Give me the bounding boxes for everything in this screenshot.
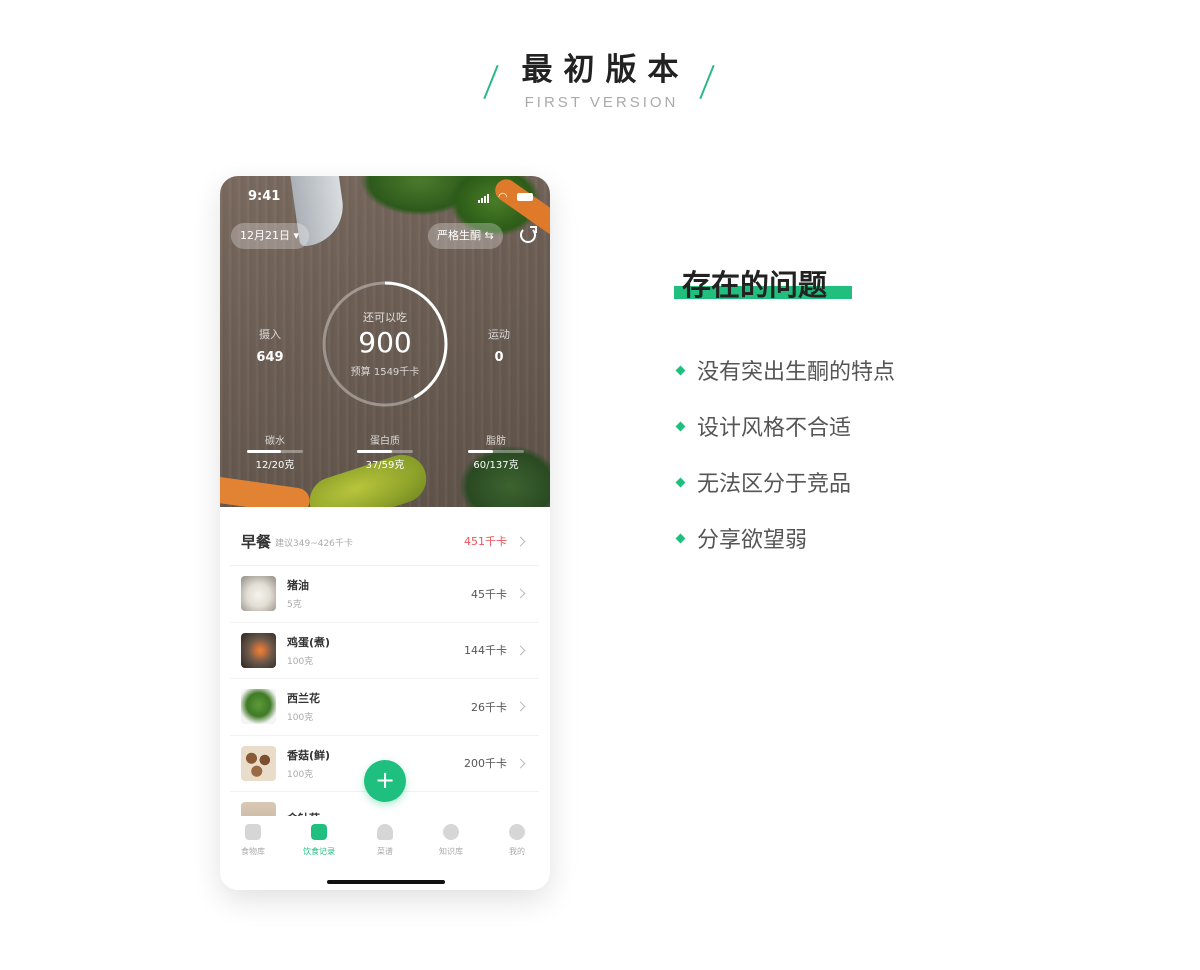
chef-hat-icon [377,824,393,840]
signal-icon [478,194,489,203]
lard-thumbnail [241,576,276,612]
egg-thumbnail [241,632,276,668]
food-kcal: 144千卡 [464,644,507,658]
exercise-stat: 运动 0 [469,326,529,365]
issue-item: 没有突出生酮的特点 [674,354,895,386]
page: 最初版本 FIRST VERSION 9:41 ◠ 12月21日 ▾ 严格生酮 … [0,0,1200,970]
fat-progress-fill [468,450,493,453]
issue-item: 无法区分于竞品 [674,466,851,498]
tab-label: 饮食记录 [303,847,335,856]
protein-label: 蛋白质 [370,436,400,447]
issue-text: 无法区分于竞品 [697,472,852,497]
intake-label: 摄入 [259,328,281,341]
food-amount: 100克 [287,713,314,724]
refresh-icon[interactable] [520,226,537,243]
tab-knowledge[interactable]: 知识库 [418,816,484,890]
tab-bar: 食物库 饮食记录 菜谱 知识库 我的 [220,816,550,890]
ring-value: 900 [358,326,412,359]
tab-profile[interactable]: 我的 [484,816,550,890]
profile-icon [509,824,525,840]
issue-text: 设计风格不合适 [697,416,852,441]
record-book-icon [311,824,327,840]
phone-mockup: 9:41 ◠ 12月21日 ▾ 严格生酮 ⇆ 摄入 649 还可以吃 900 预… [220,176,550,890]
hero-panel: 9:41 ◠ 12月21日 ▾ 严格生酮 ⇆ 摄入 649 还可以吃 900 预… [220,176,550,507]
protein-value: 37/59克 [365,460,405,471]
food-kcal: 45千卡 [471,587,507,601]
issue-item: 设计风格不合适 [674,410,851,442]
ring-label: 还可以吃 [363,311,407,324]
chevron-right-icon [515,701,526,712]
issue-text: 没有突出生酮的特点 [697,360,896,385]
food-name: 香菇(鲜) [287,748,331,762]
chevron-right-icon [515,645,526,656]
issue-text: 分享欲望弱 [697,528,808,553]
home-indicator [327,880,445,884]
protein-progress-fill [357,450,393,453]
fork-knife-icon [245,824,261,840]
issues-title: 存在的问题 [682,268,828,302]
carb-macro: 碳水 12/20克 [245,432,305,471]
carrot-image [220,474,312,507]
carb-progress-bar [247,450,303,453]
status-time: 9:41 [248,189,281,204]
page-title: 最初版本 [521,52,690,88]
tab-label: 菜谱 [377,847,393,856]
tab-recipes[interactable]: 菜谱 [352,816,418,890]
bullet-icon [675,533,686,543]
exercise-label: 运动 [488,328,510,341]
meal-header[interactable]: 早餐 建议349~426千卡 451千卡 [230,517,539,566]
intake-value: 649 [256,350,284,365]
wifi-icon: ◠ [498,190,508,203]
fat-progress-bar [468,450,524,453]
fat-macro: 脂肪 60/137克 [466,432,526,471]
food-name: 鸡蛋(煮) [287,635,331,649]
carb-value: 12/20克 [255,460,295,471]
meal-kcal: 451千卡 [464,535,507,548]
food-row[interactable]: 猪油 5克 45千卡 [230,566,539,623]
tab-diet-record[interactable]: 饮食记录 [286,816,352,890]
mushroom-thumbnail [241,745,276,781]
question-icon [443,824,459,840]
chevron-right-icon [515,536,526,546]
intake-stat: 摄入 649 [240,326,300,365]
tab-label: 食物库 [241,847,265,856]
bullet-icon [675,421,686,431]
ring-budget: 预算 1549千卡 [350,367,420,378]
bullet-icon [675,365,686,375]
food-amount: 100克 [287,769,314,780]
food-row[interactable]: 鸡蛋(煮) 100克 144千卡 [230,622,539,679]
tab-label: 我的 [509,847,525,856]
exercise-value: 0 [494,350,504,365]
diet-mode-toggle[interactable]: 严格生酮 ⇆ [428,223,503,249]
add-food-button[interactable]: + [364,760,406,802]
carb-label: 碳水 [265,436,285,447]
date-selector[interactable]: 12月21日 ▾ [231,223,309,249]
bullet-icon [675,477,686,487]
broccoli-thumbnail [241,689,276,725]
carb-progress-fill [247,450,281,453]
fat-label: 脂肪 [486,436,506,447]
fat-value: 60/137克 [473,460,519,471]
protein-macro: 蛋白质 37/59克 [355,432,415,471]
page-subtitle: FIRST VERSION [524,94,679,111]
food-kcal: 26千卡 [471,700,507,714]
food-kcal: 200千卡 [464,757,507,771]
protein-progress-bar [357,450,413,453]
meal-name: 早餐 [241,532,272,551]
food-amount: 5克 [287,600,302,611]
food-amount: 100克 [287,656,314,667]
food-row[interactable]: 西兰花 100克 26千卡 [230,679,539,736]
tab-label: 知识库 [439,847,463,856]
food-name: 西兰花 [287,692,320,706]
food-name: 猪油 [287,579,309,593]
issue-item: 分享欲望弱 [674,522,807,554]
chevron-right-icon [515,588,526,599]
tab-food-library[interactable]: 食物库 [220,816,286,890]
chevron-right-icon [515,758,526,769]
battery-icon [517,193,533,201]
meal-hint: 建议349~426千卡 [275,539,353,549]
